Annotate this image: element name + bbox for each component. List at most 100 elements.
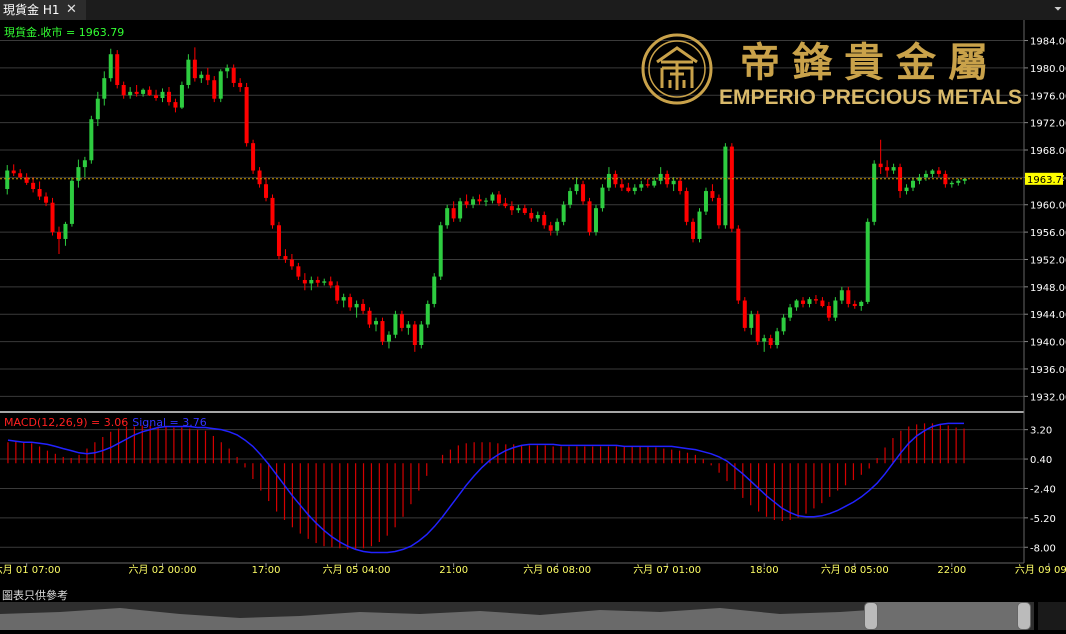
logo-chinese-name: 帝鋒貴金屬	[740, 39, 1000, 86]
candle	[684, 187, 689, 226]
candle-body	[309, 280, 314, 284]
candle-body	[587, 201, 592, 233]
candle-body	[393, 314, 398, 335]
candle-body	[179, 85, 184, 108]
candle-body	[121, 85, 126, 96]
candle-body	[755, 314, 760, 342]
candle-body	[218, 71, 223, 99]
navigator-end[interactable]	[1038, 602, 1066, 630]
candle	[833, 297, 838, 322]
chart-area[interactable]: 1984.001980.001976.001972.001968.001964.…	[0, 20, 1066, 586]
candle-body	[63, 223, 68, 239]
candle-body	[251, 143, 256, 171]
price-tick-label: 1980.00	[1030, 64, 1066, 75]
time-tick-label: 22:00	[937, 565, 966, 576]
candle-body	[568, 191, 573, 205]
time-tick-label: 六月 09 09:00	[1015, 564, 1066, 576]
candle	[716, 194, 721, 229]
candle-body	[716, 197, 721, 226]
navigator-scrollbar[interactable]	[0, 602, 1034, 630]
candle-body	[328, 281, 333, 286]
candle-body	[425, 303, 430, 325]
macd-tick-label: -2.40	[1030, 484, 1056, 495]
candle-body	[37, 189, 42, 197]
candle	[50, 197, 55, 236]
candle-body	[632, 187, 637, 192]
price-series-label: 現貨金.收市 = 1963.79	[4, 25, 124, 39]
candle-body	[555, 221, 560, 231]
navigator-right-handle[interactable]	[1017, 602, 1031, 630]
current-price-label: 1963.79	[1027, 175, 1066, 186]
candle-body	[703, 191, 708, 212]
candle-body	[283, 256, 288, 260]
candle-body	[399, 314, 404, 328]
candle-body	[231, 67, 236, 83]
candle-body	[678, 180, 683, 192]
candle-body	[684, 191, 689, 222]
candle-body	[658, 173, 663, 181]
chart-tab[interactable]: 現貨金 H1 ✕	[0, 0, 86, 20]
candle-body	[503, 203, 508, 207]
candle-body	[697, 211, 702, 239]
candle-body	[788, 307, 793, 318]
candle-body	[276, 225, 281, 257]
time-tick-label: 六月 07 01:00	[633, 564, 701, 576]
candle-body	[807, 299, 812, 304]
candle-body	[826, 306, 831, 318]
candle-body	[374, 321, 379, 325]
candle-body	[911, 180, 916, 188]
candle-body	[335, 285, 340, 301]
candle-body	[574, 184, 579, 192]
candle-body	[386, 334, 391, 342]
candle-body	[820, 300, 825, 306]
candle-body	[134, 91, 139, 94]
price-tick-label: 1948.00	[1030, 283, 1066, 294]
candle-body	[264, 184, 269, 198]
candle-body	[529, 212, 534, 219]
candle-body	[354, 303, 359, 308]
price-tick-label: 1960.00	[1030, 201, 1066, 212]
candle-body	[923, 173, 928, 178]
time-tick-label: 18:00	[750, 565, 779, 576]
candle-body	[639, 184, 644, 188]
candle-body	[652, 180, 657, 186]
candle-body	[749, 314, 754, 328]
candle	[581, 180, 586, 205]
candle-body	[801, 300, 806, 304]
candle-body	[270, 197, 275, 226]
price-tick-label: 1952.00	[1030, 255, 1066, 266]
candle	[276, 221, 281, 260]
candle-body	[11, 170, 16, 174]
navigator-left-handle[interactable]	[864, 602, 878, 630]
time-tick-label: 六月 08 05:00	[821, 564, 889, 576]
chevron-down-icon[interactable]: ⏷	[1054, 0, 1062, 20]
navigator-overview	[0, 602, 1022, 630]
candle-body	[205, 74, 210, 81]
candle-body	[600, 187, 605, 209]
navigator-window[interactable]	[870, 602, 1022, 630]
candle-body	[516, 208, 521, 211]
macd-tick-label: 3.20	[1030, 426, 1052, 437]
candle	[244, 82, 249, 147]
candle-body	[775, 331, 780, 345]
candle-body	[31, 182, 36, 189]
candle-body	[736, 228, 741, 301]
candle-body	[742, 300, 747, 328]
price-tick-label: 1944.00	[1030, 310, 1066, 321]
close-icon[interactable]: ✕	[66, 0, 77, 20]
candle-body	[936, 170, 941, 174]
candle	[251, 139, 256, 174]
candle-body	[406, 324, 411, 328]
candle	[736, 225, 741, 304]
candle-body	[173, 102, 178, 108]
candle-body	[781, 317, 786, 332]
candle-body	[490, 194, 495, 201]
candle-body	[839, 290, 844, 301]
candle-body	[432, 276, 437, 304]
candle-body	[438, 225, 443, 277]
candle-body	[315, 280, 320, 283]
candle-body	[542, 215, 547, 226]
candle-body	[322, 281, 327, 283]
candle-body	[710, 191, 715, 198]
macd-label: MACD(12,26,9) = 3.06 Signal = 3.76	[4, 416, 207, 429]
